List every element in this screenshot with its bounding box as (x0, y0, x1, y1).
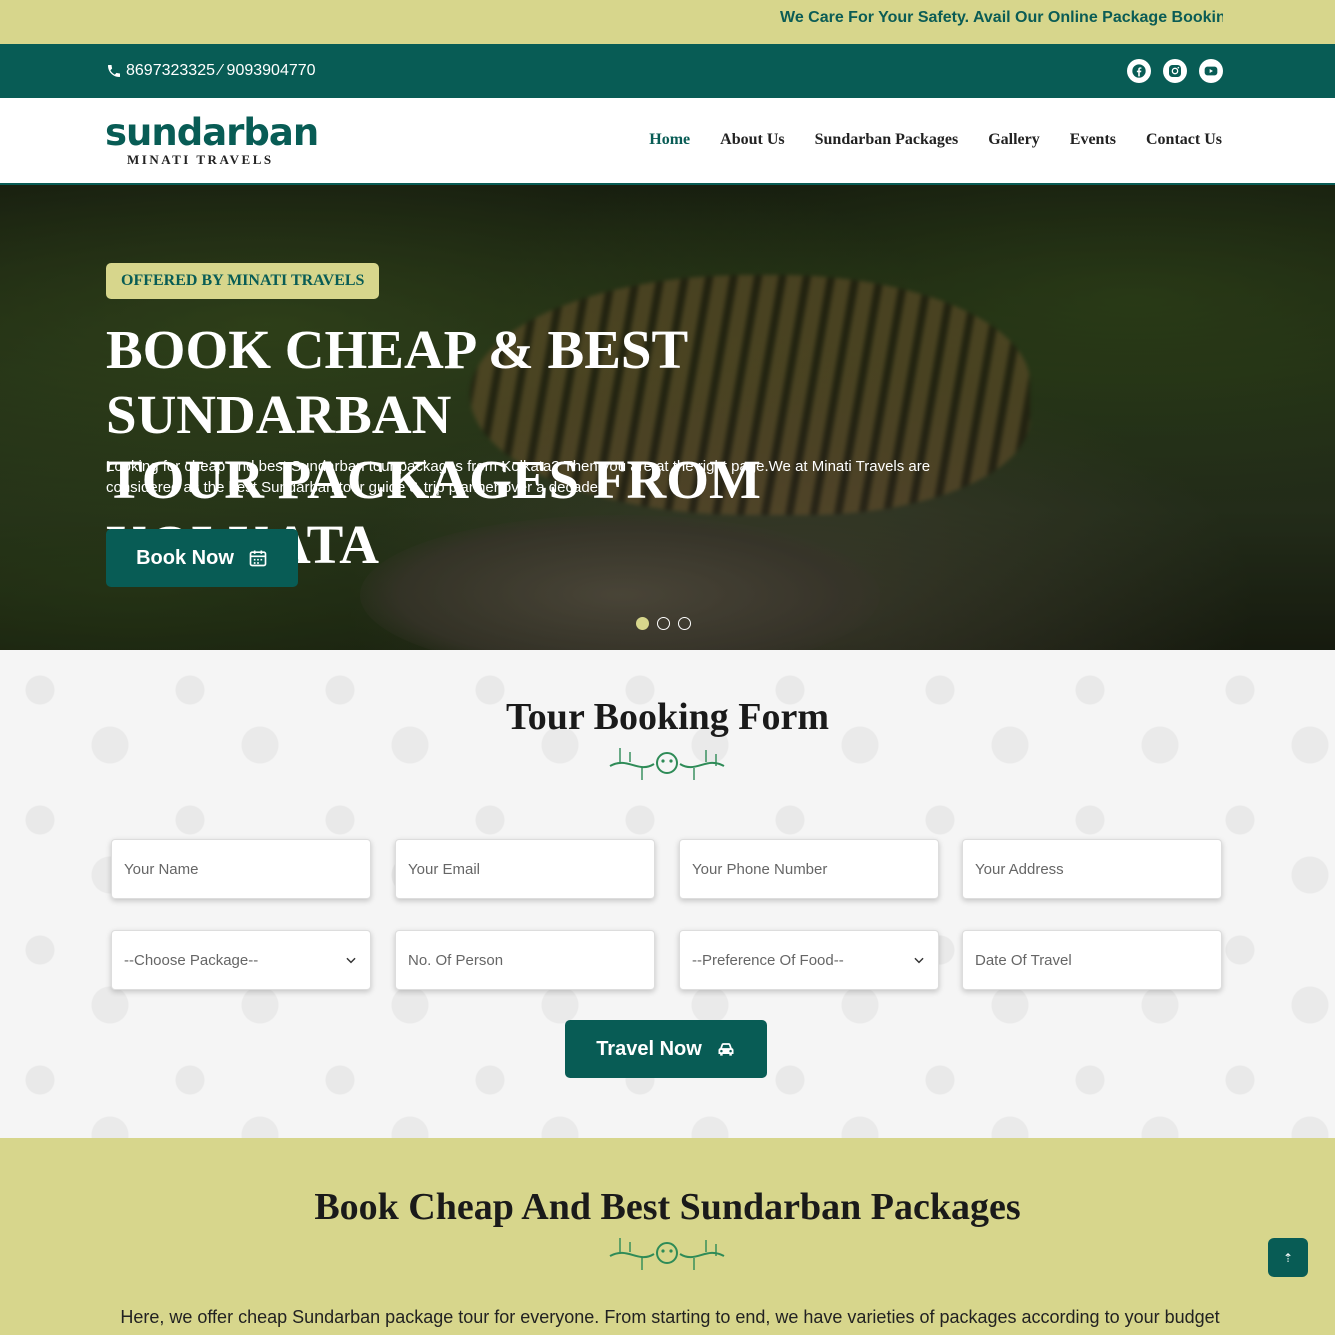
tiger-divider-icon (609, 748, 725, 780)
phone-placeholder: Your Phone Number (692, 860, 828, 878)
packages-section: Book Cheap And Best Sundarban Packages H… (0, 1138, 1335, 1335)
package-select[interactable]: --Choose Package-- (111, 930, 371, 990)
arrow-up-icon: ⇡ (1282, 1250, 1294, 1265)
scroll-to-top-button[interactable]: ⇡ (1268, 1238, 1308, 1277)
travel-date-placeholder: Date Of Travel (975, 951, 1072, 969)
nav-events[interactable]: Events (1070, 131, 1116, 149)
facebook-icon (1132, 64, 1146, 78)
booking-title: Tour Booking Form (505, 696, 830, 738)
persons-placeholder: No. Of Person (408, 951, 504, 969)
nav-gallery[interactable]: Gallery (988, 131, 1040, 149)
tiger-divider-icon (609, 1238, 725, 1270)
youtube-link[interactable] (1199, 59, 1223, 83)
persons-field[interactable]: No. Of Person (395, 930, 655, 990)
package-selected-value: --Choose Package-- (124, 951, 259, 969)
slide-dot-2[interactable] (657, 617, 670, 630)
email-placeholder: Your Email (408, 860, 480, 878)
car-icon (718, 1043, 734, 1056)
nav-sundarban-packages[interactable]: Sundarban Packages (815, 131, 959, 149)
food-selected-value: --Preference Of Food-- (692, 951, 844, 969)
travel-now-label: Travel Now (596, 1037, 702, 1060)
address-placeholder: Your Address (975, 860, 1064, 878)
instagram-link[interactable] (1163, 59, 1187, 83)
social-links (1127, 59, 1223, 83)
site-logo[interactable]: sundarban MINATI TRAVELS (105, 111, 319, 168)
calendar-icon (249, 550, 267, 567)
instagram-icon (1169, 65, 1181, 77)
logo-wordmark: sundarban (105, 111, 319, 154)
book-now-button[interactable]: Book Now (106, 529, 298, 587)
name-field[interactable]: Your Name (111, 839, 371, 899)
hero-slider: OFFERED BY MINATI TRAVELS BOOK CHEAP & B… (0, 185, 1335, 650)
contact-bar: 8697323325 ⁄ 9093904770 (0, 44, 1335, 98)
announcement-text: We Care For Your Safety. Avail Our Onlin… (780, 9, 1223, 26)
slide-dot-1[interactable] (636, 617, 649, 630)
main-nav: Home About Us Sundarban Packages Gallery… (649, 131, 1222, 149)
nav-about-us[interactable]: About Us (720, 131, 784, 149)
phone-icon (108, 65, 120, 77)
nav-contact-us[interactable]: Contact Us (1146, 131, 1222, 149)
logo-tagline: MINATI TRAVELS (127, 152, 274, 167)
travel-now-button[interactable]: Travel Now (565, 1020, 767, 1078)
tour-booking-section: Tour Booking Form Your Name Your Email Y… (0, 650, 1335, 1138)
chevron-down-icon (914, 957, 924, 964)
nav-home[interactable]: Home (649, 131, 690, 149)
site-header: sundarban MINATI TRAVELS Home About Us S… (0, 98, 1335, 185)
food-select[interactable]: --Preference Of Food-- (679, 930, 939, 990)
facebook-link[interactable] (1127, 59, 1151, 83)
announcement-bar: We Care For Your Safety. Avail Our Onlin… (0, 0, 1335, 44)
packages-intro: Here, we offer cheap Sundarban package t… (120, 1307, 1220, 1335)
phone-contact[interactable]: 8697323325 ⁄ 9093904770 (106, 62, 316, 80)
book-now-label: Book Now (136, 546, 234, 569)
packages-title: Book Cheap And Best Sundarban Packages (314, 1186, 1021, 1228)
phone-field[interactable]: Your Phone Number (679, 839, 939, 899)
email-field[interactable]: Your Email (395, 839, 655, 899)
travel-date-field[interactable]: Date Of Travel (962, 930, 1222, 990)
hero-title-line1: BOOK CHEAP & BEST SUNDARBAN (106, 319, 688, 445)
hero-badge: OFFERED BY MINATI TRAVELS (106, 263, 380, 299)
address-field[interactable]: Your Address (962, 839, 1222, 899)
slider-dots (636, 617, 691, 630)
hero-description: Looking for cheap and best Sundarban tou… (106, 458, 931, 496)
slide-dot-3[interactable] (678, 617, 691, 630)
chevron-down-icon (346, 957, 356, 964)
phone-numbers: 8697323325 ⁄ 9093904770 (126, 62, 316, 79)
youtube-icon (1204, 66, 1218, 76)
name-placeholder: Your Name (124, 860, 199, 878)
